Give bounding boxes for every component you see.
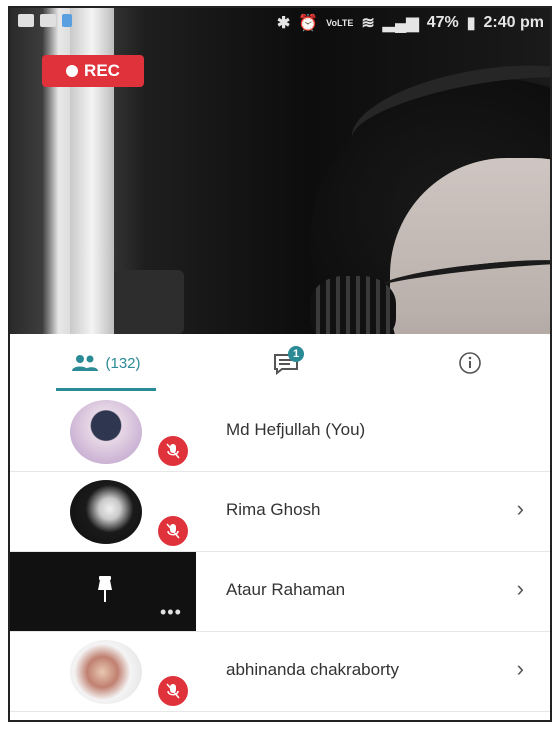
status-bar: ✱ ⏰ VoLTE ≋ ▂▄▆ 47% ▮ 2:40 pm <box>10 8 550 38</box>
video-background-object <box>114 270 184 334</box>
avatar <box>70 640 142 704</box>
tab-chat[interactable]: 1 <box>258 334 318 392</box>
clock: 2:40 pm <box>483 14 544 31</box>
chevron-right-icon[interactable]: › <box>517 496 524 522</box>
participant-name: abhinanda chakraborty <box>226 660 399 679</box>
rec-badge: REC <box>42 55 144 87</box>
participant-row[interactable]: Md Hefjullah (You) <box>10 392 550 472</box>
signal-icon: ▂▄▆ <box>382 15 419 32</box>
participant-name: Md Hefjullah (You) <box>226 420 366 439</box>
participant-row[interactable]: abhinanda chakraborty › <box>10 632 550 712</box>
participant-row[interactable]: ••• Ataur Rahaman › <box>10 552 550 632</box>
mic-muted-icon <box>158 516 188 546</box>
participant-list: Md Hefjullah (You) Rima Ghosh › ••• Atau… <box>10 392 550 712</box>
tab-info[interactable] <box>440 334 500 392</box>
participant-name: Ataur Rahaman <box>226 580 346 599</box>
battery-percent: 47% <box>426 14 459 31</box>
tab-bar: (132) 1 <box>10 334 550 392</box>
wifi-icon: ≋ <box>361 15 375 32</box>
avatar <box>70 480 142 544</box>
gallery-icon <box>18 14 34 27</box>
alarm-icon: ⏰ <box>298 15 319 32</box>
avatar <box>70 400 142 464</box>
mic-muted-icon <box>158 676 188 706</box>
people-icon <box>72 355 99 371</box>
pin-icon[interactable] <box>94 574 116 604</box>
notification-icon <box>62 14 72 27</box>
active-tab-indicator <box>56 388 156 391</box>
participant-name: Rima Ghosh <box>226 500 321 519</box>
participants-count: (132) <box>105 354 141 372</box>
youtube-icon <box>40 14 56 27</box>
record-dot-icon <box>66 65 79 77</box>
chat-unread-badge: 1 <box>288 346 304 362</box>
chevron-right-icon[interactable]: › <box>517 656 524 682</box>
chevron-right-icon[interactable]: › <box>517 576 524 602</box>
info-icon <box>459 352 481 374</box>
video-tile: ••• <box>10 552 196 631</box>
battery-icon: ▮ <box>466 15 476 32</box>
tab-participants[interactable]: (132) <box>56 334 156 392</box>
headphone-earcup <box>310 276 396 334</box>
volte-label: VoLTE <box>326 18 354 28</box>
bluetooth-icon: ✱ <box>276 15 291 32</box>
mic-muted-icon <box>158 436 188 466</box>
video-feed[interactable]: ✱ ⏰ VoLTE ≋ ▂▄▆ 47% ▮ 2:40 pm REC <box>10 8 550 334</box>
more-options-icon[interactable]: ••• <box>160 602 182 623</box>
rec-label: REC <box>84 61 120 80</box>
app-frame: ✱ ⏰ VoLTE ≋ ▂▄▆ 47% ▮ 2:40 pm REC (132) <box>8 6 552 722</box>
participant-row[interactable]: Rima Ghosh › <box>10 472 550 552</box>
